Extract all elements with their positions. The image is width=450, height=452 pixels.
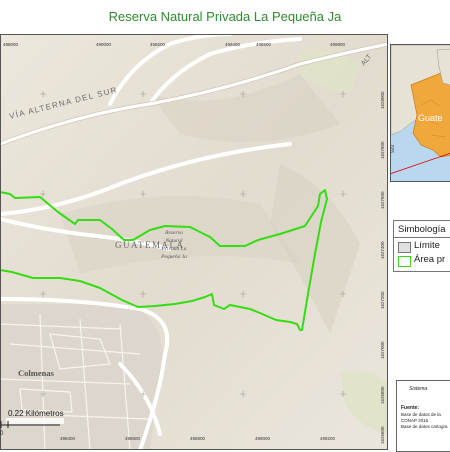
grid-label-right: 1627200 <box>380 291 385 309</box>
reserve-label-line: Privada La <box>161 246 187 252</box>
legend-swatch <box>398 256 411 267</box>
info-heading: Sistema <box>409 386 428 392</box>
title-bar: Reserva Natural Privada La Pequeña Ja <box>0 0 450 34</box>
info-line: Base de datos de la <box>401 412 441 417</box>
grid-label-top: 498000 <box>3 42 19 47</box>
main-map[interactable]: 498000 499000 499200 499400 498600 49980… <box>0 34 388 450</box>
legend-label: Límite <box>414 240 440 251</box>
grid-label-right: 1627600 <box>380 191 385 209</box>
legend-swatch <box>398 242 411 253</box>
inset-map[interactable]: Guate 920 <box>390 44 450 182</box>
map-title: Reserva Natural Privada La Pequeña Ja <box>108 9 342 24</box>
inset-country-label: Guate <box>418 113 443 123</box>
grid-label-bottom: 498800 <box>190 436 206 441</box>
grid-label-top: 499000 <box>96 42 112 47</box>
info-box: Sistema Fuente: Base de datos de la CONA… <box>396 380 450 452</box>
reserve-label-line: Reserva <box>164 230 183 236</box>
legend-label: Área pr <box>414 254 446 265</box>
legend-divider <box>394 237 450 238</box>
main-map-svg: 498000 499000 499200 499400 498600 49980… <box>0 34 388 450</box>
grid-label-top: 498600 <box>256 42 272 47</box>
inset-coord-label: 920 <box>391 144 396 153</box>
info-line: Base de datos cartogra <box>401 424 448 429</box>
grid-label-bottom: 499000 <box>255 436 271 441</box>
grid-label-bottom: 498600 <box>125 436 141 441</box>
grid-label-right: 1626800 <box>380 386 385 404</box>
info-source-label: Fuente: <box>401 405 420 411</box>
legend: Simbología Límite Área pr <box>393 220 450 272</box>
inset-map-svg: Guate 920 <box>391 45 450 181</box>
grid-label-bottom: 499200 <box>320 436 336 441</box>
grid-label-top: 499400 <box>225 42 241 47</box>
grid-label-right: 1627400 <box>380 241 385 259</box>
grid-label-right: 1628000 <box>380 91 385 109</box>
neighborhood-label: Colmenas <box>18 368 55 378</box>
grid-label-right: 1627000 <box>380 341 385 359</box>
legend-title: Simbología <box>398 224 446 235</box>
grid-label-top: 499200 <box>150 42 166 47</box>
info-line: CONAP 2016 <box>401 418 429 423</box>
grid-label-bottom: 498400 <box>60 436 76 441</box>
reserve-label-line: Pequeña Ja <box>160 254 187 260</box>
grid-label-top: 499800 <box>330 42 346 47</box>
reserve-label-line: Natural <box>164 238 183 244</box>
grid-label-right: 1627800 <box>380 141 385 159</box>
grid-label-right: 1626600 <box>380 426 385 444</box>
scale-text: 0.22 Kilómetros <box>8 409 64 418</box>
